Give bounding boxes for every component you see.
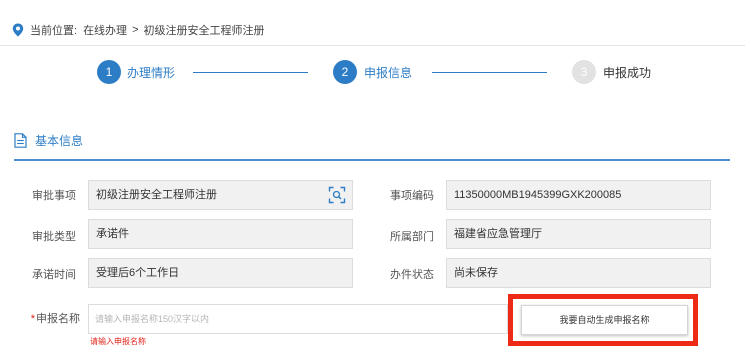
breadcrumb-separator: > [132, 24, 139, 36]
breadcrumb-item-current: 初级注册安全工程师注册 [143, 25, 265, 37]
section-header: 基本信息 [14, 130, 83, 150]
status-field: 尚未保存 [446, 258, 711, 288]
department-field: 福建省应急管理厅 [446, 219, 711, 249]
breadcrumb-label: 当前位置: [30, 25, 78, 37]
breadcrumb: 当前位置: 在线办理 > 初级注册安全工程师注册 [12, 22, 265, 38]
approval-item-field: 初级注册安全工程师注册 [88, 180, 353, 210]
breadcrumb-item-online[interactable]: 在线办理 [83, 22, 127, 38]
item-code-field: 11350000MB1945399GXK200085 [446, 180, 711, 210]
required-mark: * [30, 313, 35, 325]
approval-type-field: 承诺件 [88, 219, 353, 249]
location-pin-icon [12, 23, 24, 37]
approval-item-label: 审批事项 [32, 190, 76, 202]
promise-time-label: 承诺时间 [32, 269, 76, 281]
approval-item-value: 初级注册安全工程师注册 [96, 189, 217, 201]
step-1-number: 1 [97, 60, 121, 84]
step-connector-1 [193, 72, 308, 73]
top-divider [0, 45, 745, 46]
step-2-number: 2 [333, 60, 357, 84]
section-divider [14, 159, 730, 161]
auto-generate-name-button[interactable]: 我要自动生成申报名称 [521, 305, 688, 335]
item-code-label: 事项编码 [390, 190, 434, 202]
progress-steps: 1 办理情形 2 申报信息 3 申报成功 [0, 58, 745, 88]
scan-icon[interactable] [328, 186, 346, 204]
application-name-error: 请输入申报名称 [90, 337, 146, 346]
step-2-label: 申报信息 [364, 66, 413, 80]
application-name-label: *申报名称 [18, 310, 80, 326]
application-name-label-text: 申报名称 [36, 313, 80, 325]
document-icon [14, 132, 27, 148]
application-name-input[interactable] [88, 304, 508, 334]
step-3-label: 申报成功 [603, 66, 652, 80]
step-connector-2 [432, 72, 547, 73]
status-label: 办件状态 [390, 269, 434, 281]
section-title: 基本信息 [35, 133, 84, 148]
step-1-label: 办理情形 [127, 66, 176, 80]
step-3-number: 3 [572, 60, 596, 84]
promise-time-field: 受理后6个工作日 [88, 258, 353, 288]
approval-type-label: 审批类型 [32, 231, 76, 243]
department-label: 所属部门 [390, 231, 434, 243]
